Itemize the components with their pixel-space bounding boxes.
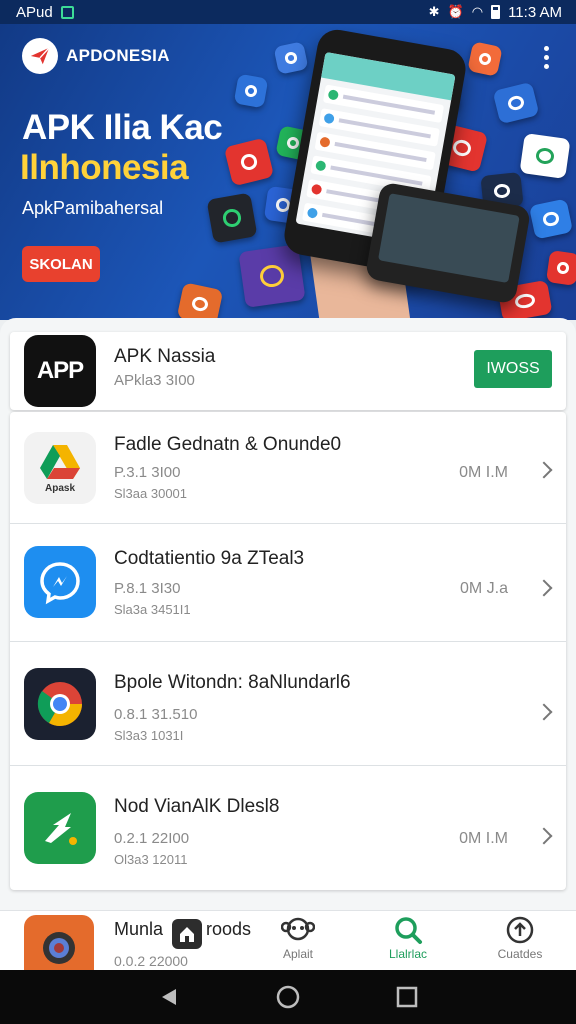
tab-aplait[interactable]: Aplait	[258, 915, 338, 961]
app-logo-icon: APP	[24, 335, 96, 407]
app-date: Ol3a3 12011	[114, 852, 188, 867]
upload-icon	[506, 916, 534, 944]
app-list-card: Apask Fadle Gednatn & Onunde0 P.3.1 3I00…	[10, 412, 566, 890]
status-bar: APud ✱ ⏰ ◠ 11:3 AM	[0, 0, 576, 24]
bluetooth-icon: ✱	[428, 4, 440, 19]
app-tile-icon	[528, 198, 574, 240]
app-tile-icon	[467, 41, 503, 77]
app-version: P.8.1 3I30	[114, 580, 181, 597]
home-tab-label[interactable]: roods	[206, 919, 251, 940]
tab-label: Aplait	[282, 947, 314, 961]
alarm-icon: ⏰	[447, 4, 464, 19]
app-tile-icon	[519, 132, 571, 180]
chevron-right-icon[interactable]	[535, 827, 553, 845]
app-tile-icon	[238, 244, 306, 308]
list-item[interactable]: Codtatientio 9a ZTeal3 P.8.1 3I30 Sla3a …	[10, 524, 566, 642]
tab-label: Cuatdes	[497, 947, 543, 961]
arrow-app-icon	[24, 792, 96, 864]
app-tile-icon	[233, 73, 269, 109]
tab-label: Llalrlac	[388, 947, 427, 961]
app-version: P.3.1 3I00	[114, 464, 181, 481]
home-button-icon[interactable]	[276, 985, 300, 1009]
back-icon[interactable]	[158, 986, 180, 1008]
tab-cuatdes[interactable]: Cuatdes	[480, 915, 560, 961]
app-list: APP APK Nassia APkla3 3I00 IWOSS Apask F…	[0, 318, 576, 918]
app-name: Codtatientio 9a ZTeal3	[114, 548, 305, 569]
partial-app-name[interactable]: Munla	[114, 919, 163, 940]
list-item[interactable]: Nod VianAlK Dlesl8 0.2.1 22I00 Ol3a3 120…	[10, 766, 566, 890]
app-tile-icon	[492, 81, 540, 125]
home-icon[interactable]	[172, 919, 202, 949]
system-navigation-bar	[0, 970, 576, 1024]
bottom-navigation: Munla 0.0.2 22000 roods Aplait Llalrlac …	[0, 910, 576, 977]
wifi-icon: ◠	[471, 4, 484, 19]
app-tile-icon	[176, 282, 224, 320]
notification-icon	[60, 5, 74, 19]
tab-search[interactable]: Llalrlac	[368, 915, 448, 961]
messenger-icon	[24, 546, 96, 618]
brand-logo[interactable]: APDONESIA	[22, 38, 170, 74]
paper-plane-icon	[22, 38, 58, 74]
banner-cta-button[interactable]: SKOLAN	[22, 246, 100, 282]
app-tile-icon	[206, 192, 258, 244]
hero-banner[interactable]: APDONESIA APK Ilia Kac Ilnhonesia ApkPam…	[0, 24, 576, 320]
app-name: Fadle Gednatn & Onunde0	[114, 434, 342, 455]
app-tile-icon	[273, 41, 309, 75]
app-name: APK Nassia	[114, 346, 216, 367]
app-name: Bpole Witondn: 8aNlundarl6	[114, 672, 351, 693]
more-menu-icon[interactable]	[544, 46, 550, 69]
app-tile-icon	[545, 250, 576, 286]
app-name: Nod VianAlK Dlesl8	[114, 796, 280, 817]
recents-icon[interactable]	[396, 986, 418, 1008]
status-time: 11:3 AM	[508, 3, 562, 21]
app-tile-icon	[223, 137, 275, 187]
app-size: 0M I.M	[459, 464, 508, 481]
drive-icon: Apask	[24, 432, 96, 504]
app-date: Sl3a3 1031I	[114, 728, 184, 743]
app-version: 0.2.1 22I00	[114, 830, 190, 847]
app-version: 0.8.1 31.510	[114, 706, 198, 723]
search-icon	[395, 917, 422, 944]
partial-app-version: 0.0.2 22000	[114, 953, 188, 969]
list-item[interactable]: Bpole Witondn: 8aNlundarl6 0.8.1 31.510 …	[10, 642, 566, 766]
list-item[interactable]: Apask Fadle Gednatn & Onunde0 P.3.1 3I00…	[10, 412, 566, 524]
banner-subtitle: ApkPamibahersal	[22, 198, 164, 218]
chrome-icon	[24, 668, 96, 740]
chevron-right-icon[interactable]	[535, 703, 553, 721]
camera-app-icon[interactable]	[24, 915, 94, 977]
banner-title: APK Ilia Kac	[22, 108, 223, 147]
install-button[interactable]: IWOSS	[474, 350, 552, 388]
featured-app-card[interactable]: APP APK Nassia APkla3 3I00 IWOSS	[10, 332, 566, 410]
brand-name: APDONESIA	[66, 46, 170, 65]
app-date: Sla3a 3451I1	[114, 602, 191, 617]
app-version: APkla3 3I00	[114, 372, 195, 389]
banner-title-highlight: Ilnhonesia	[20, 148, 189, 187]
battery-icon	[491, 5, 501, 19]
chevron-right-icon[interactable]	[535, 579, 553, 597]
carrier-label: APud	[16, 3, 53, 21]
app-date: Sl3aa 30001	[114, 486, 188, 501]
chevron-right-icon[interactable]	[535, 461, 553, 479]
app-size: 0M I.M	[459, 830, 508, 847]
monkey-icon	[281, 917, 315, 941]
app-size: 0M J.a	[459, 580, 508, 597]
